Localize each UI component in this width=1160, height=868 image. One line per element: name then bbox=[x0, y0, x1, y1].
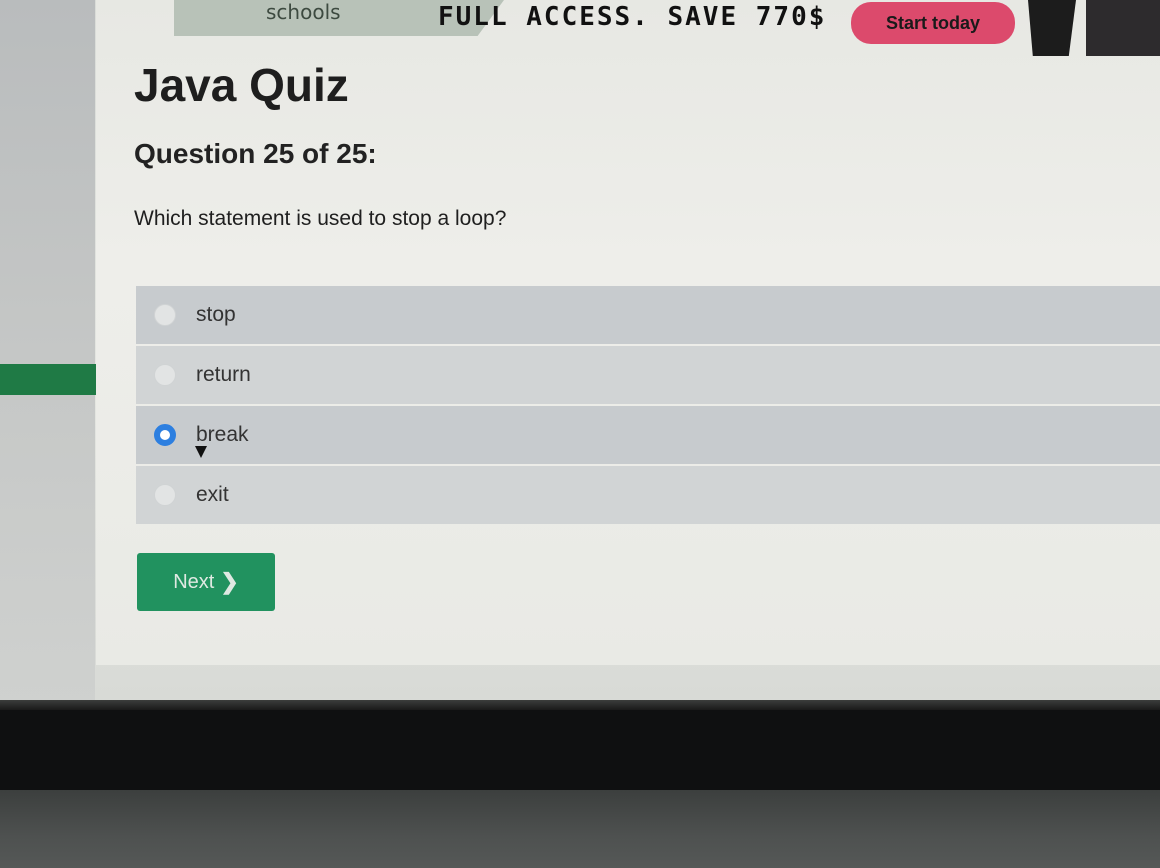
sidebar-highlight bbox=[0, 364, 96, 395]
option-stop[interactable]: stop bbox=[136, 286, 1160, 344]
option-return[interactable]: return bbox=[136, 346, 1160, 404]
answer-options: stop return break exit bbox=[136, 286, 1160, 526]
option-exit[interactable]: exit bbox=[136, 466, 1160, 524]
page-title: Java Quiz bbox=[134, 59, 349, 111]
radio-button[interactable] bbox=[154, 364, 176, 386]
start-today-button[interactable]: Start today bbox=[851, 2, 1015, 44]
option-label[interactable]: break bbox=[196, 423, 249, 447]
promo-banner[interactable]: FULL ACCESS. SAVE 770$ bbox=[438, 2, 826, 32]
top-bar: schools FULL ACCESS. SAVE 770$ Start tod… bbox=[96, 0, 1160, 56]
chevron-right-icon: ❯ bbox=[220, 569, 239, 594]
banner-image bbox=[1086, 0, 1160, 56]
mouse-cursor-icon bbox=[195, 446, 207, 458]
option-break[interactable]: break bbox=[136, 406, 1160, 464]
option-label[interactable]: stop bbox=[196, 303, 236, 327]
screen: schools FULL ACCESS. SAVE 770$ Start tod… bbox=[0, 0, 1160, 868]
banner-graphic bbox=[1028, 0, 1076, 56]
question-text: Which statement is used to stop a loop? bbox=[134, 207, 507, 230]
monitor-bezel-edge bbox=[0, 700, 1160, 710]
option-label[interactable]: exit bbox=[196, 483, 229, 507]
next-button[interactable]: Next ❯ bbox=[137, 553, 275, 611]
radio-button[interactable] bbox=[154, 484, 176, 506]
desk-surface bbox=[0, 790, 1160, 868]
brand-label[interactable]: schools bbox=[266, 0, 341, 24]
radio-button-selected[interactable] bbox=[154, 424, 176, 446]
radio-button[interactable] bbox=[154, 304, 176, 326]
option-label[interactable]: return bbox=[196, 363, 251, 387]
next-label: Next bbox=[173, 570, 215, 593]
left-gutter bbox=[0, 0, 95, 705]
monitor-bezel bbox=[0, 710, 1160, 800]
question-progress: Question 25 of 25: bbox=[134, 138, 377, 169]
